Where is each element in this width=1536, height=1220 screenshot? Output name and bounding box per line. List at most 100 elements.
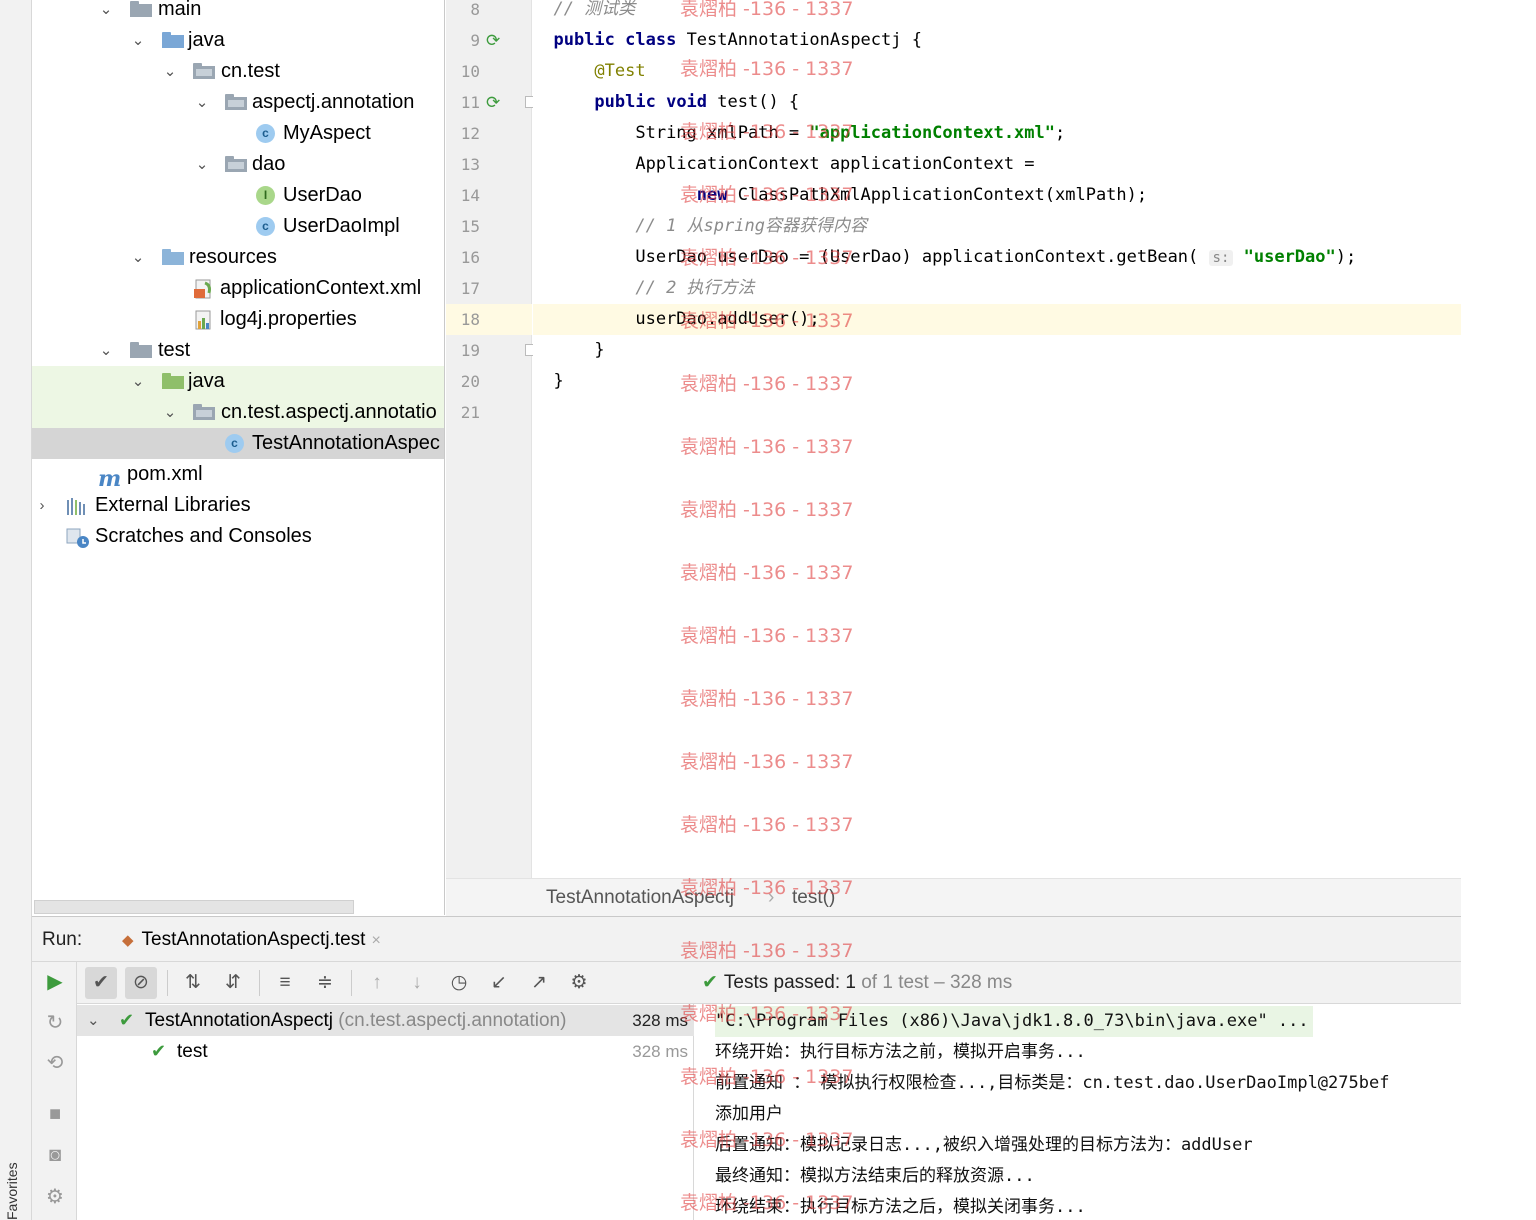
test-row-method[interactable]: ✔ test 328 ms: [77, 1036, 694, 1067]
rerun-icon[interactable]: ▶: [40, 967, 70, 997]
line-number: 20: [460, 372, 480, 391]
sort-alphabetically-icon[interactable]: ⇅: [177, 967, 209, 999]
tree-item-myaspect[interactable]: c MyAspect: [32, 118, 444, 149]
previous-failed-icon[interactable]: ↑: [361, 967, 393, 999]
close-icon[interactable]: ×: [371, 932, 380, 949]
tree-item-label: Scratches and Consoles: [95, 525, 312, 547]
tree-item-applicationcontext-xml[interactable]: applicationContext.xml: [32, 273, 444, 304]
tree-item-cn-test[interactable]: ⌄ cn.test: [32, 56, 444, 87]
tree-item-label: External Libraries: [95, 494, 251, 516]
tests-status: ✔ Tests passed: 1 of 1 test – 328 ms: [702, 962, 1012, 1004]
tree-item-scratches[interactable]: Scratches and Consoles: [32, 521, 444, 552]
test-history-icon[interactable]: ◷: [443, 967, 475, 999]
chevron-down-icon[interactable]: ⌄: [160, 397, 180, 428]
code-token: ;: [1055, 123, 1066, 143]
export-tests-icon[interactable]: ↗: [523, 967, 555, 999]
check-icon: ✔: [151, 1041, 167, 1061]
test-class-package: (cn.test.aspectj.annotation): [338, 1010, 567, 1031]
console-line: 环绕结束：执行目标方法之后，模拟关闭事务...: [715, 1197, 1086, 1217]
import-tests-icon[interactable]: ↙: [483, 967, 515, 999]
tree-item-aspectj-annotation[interactable]: ⌄ aspectj.annotation: [32, 87, 444, 118]
tree-item-pom-xml[interactable]: m pom.xml: [32, 459, 444, 490]
chevron-down-icon[interactable]: ⌄: [192, 149, 212, 180]
line-number: 19: [460, 341, 480, 360]
chevron-down-icon[interactable]: ⌄: [96, 0, 116, 25]
console-line: 最终通知：模拟方法结束后的释放资源...: [715, 1166, 1035, 1186]
code-token: @Test: [594, 61, 646, 81]
tree-item-testannotationaspectj[interactable]: c TestAnnotationAspec: [32, 428, 444, 459]
tree-item-test[interactable]: ⌄ test: [32, 335, 444, 366]
code-token: test() {: [717, 92, 800, 112]
code-line: [533, 397, 1461, 428]
tree-item-java[interactable]: ⌄ java: [32, 25, 444, 56]
tree-item-label: java: [188, 370, 225, 392]
tree-item-label: log4j.properties: [220, 308, 357, 330]
gear-icon[interactable]: ⚙: [563, 967, 595, 999]
favorites-tab[interactable]: Favorites: [4, 1150, 24, 1220]
run-config-icon: ◆: [122, 932, 134, 949]
chevron-down-icon[interactable]: ⌄: [87, 1005, 100, 1036]
tree-item-label: test: [158, 339, 191, 361]
console-line: 添加用户: [715, 1104, 783, 1124]
console-output[interactable]: "C:\Program Files (x86)\Java\jdk1.8.0_73…: [695, 1004, 1461, 1220]
stop-icon[interactable]: ■: [40, 1099, 70, 1129]
tree-item-dao[interactable]: ⌄ dao: [32, 149, 444, 180]
tree-item-label: pom.xml: [127, 463, 203, 485]
toggle-auto-test-icon[interactable]: ⟲: [40, 1048, 70, 1078]
show-ignored-icon[interactable]: ⊘: [125, 967, 157, 999]
tree-item-userdaoimpl[interactable]: c UserDaoImpl: [32, 211, 444, 242]
chevron-down-icon[interactable]: ⌄: [96, 335, 116, 366]
run-test-icon[interactable]: ⟳: [486, 87, 500, 118]
test-row-class[interactable]: ⌄ ✔ TestAnnotationAspectj (cn.test.aspec…: [77, 1005, 694, 1036]
settings-icon[interactable]: ⚙: [40, 1182, 70, 1212]
chevron-down-icon[interactable]: ⌄: [128, 25, 148, 56]
tree-item-test-package[interactable]: ⌄ cn.test.aspectj.annotatio: [32, 397, 444, 428]
line-number: 11: [460, 93, 480, 112]
run-test-icon[interactable]: ⟳: [486, 25, 500, 56]
tree-item-resources[interactable]: ⌄ resources: [32, 242, 444, 273]
line-number: 18: [446, 304, 532, 335]
chevron-down-icon[interactable]: ⌄: [128, 366, 148, 397]
tree-item-userdao[interactable]: I UserDao: [32, 180, 444, 211]
tree-item-log4j-properties[interactable]: log4j.properties: [32, 304, 444, 335]
show-passed-icon[interactable]: ✔: [85, 967, 117, 999]
tree-item-label: main: [158, 0, 202, 20]
breadcrumb-class[interactable]: TestAnnotationAspectj: [546, 879, 734, 917]
status-prefix: Tests passed:: [723, 972, 841, 993]
next-failed-icon[interactable]: ↓: [401, 967, 433, 999]
check-icon: ✔: [119, 1010, 135, 1030]
tree-item-external-libraries[interactable]: › External Libraries: [32, 490, 444, 521]
package-icon: [225, 93, 247, 111]
camera-icon[interactable]: ◙: [40, 1140, 70, 1170]
expand-all-icon[interactable]: ≡: [269, 967, 301, 999]
project-horizontal-scrollbar[interactable]: [34, 900, 354, 914]
breadcrumb-method[interactable]: test(): [792, 879, 835, 917]
code-line: }: [533, 335, 1461, 366]
rerun-failed-icon[interactable]: ↻: [40, 1008, 70, 1038]
code-token: new: [696, 185, 738, 205]
collapse-all-icon[interactable]: ≑: [309, 967, 341, 999]
chevron-right-icon[interactable]: ›: [32, 490, 52, 521]
code-editor[interactable]: // 测试类 public class TestAnnotationAspect…: [533, 0, 1461, 878]
sort-by-duration-icon[interactable]: ⇵: [217, 967, 249, 999]
chevron-down-icon[interactable]: ⌄: [192, 87, 212, 118]
test-method-name: test: [177, 1041, 208, 1062]
code-token: // 测试类: [553, 0, 636, 19]
folder-icon: [130, 0, 152, 18]
console-line: "C:\Program Files (x86)\Java\jdk1.8.0_73…: [715, 1006, 1313, 1037]
tree-item-test-java[interactable]: ⌄ java: [32, 366, 444, 397]
interface-icon: I: [256, 186, 278, 205]
class-icon: c: [256, 124, 278, 143]
line-number: 14: [460, 186, 480, 205]
tree-item-label: UserDaoImpl: [283, 215, 400, 237]
tree-item-main[interactable]: ⌄ main: [32, 0, 444, 25]
resources-folder-icon: [162, 248, 184, 266]
chevron-down-icon[interactable]: ⌄: [128, 242, 148, 273]
chevron-down-icon[interactable]: ⌄: [160, 56, 180, 87]
run-tab[interactable]: ◆ TestAnnotationAspectj.test ×: [112, 917, 391, 963]
console-line: 后置通知：模拟记录日志...,被织入增强处理的目标方法为：addUser: [715, 1135, 1253, 1155]
